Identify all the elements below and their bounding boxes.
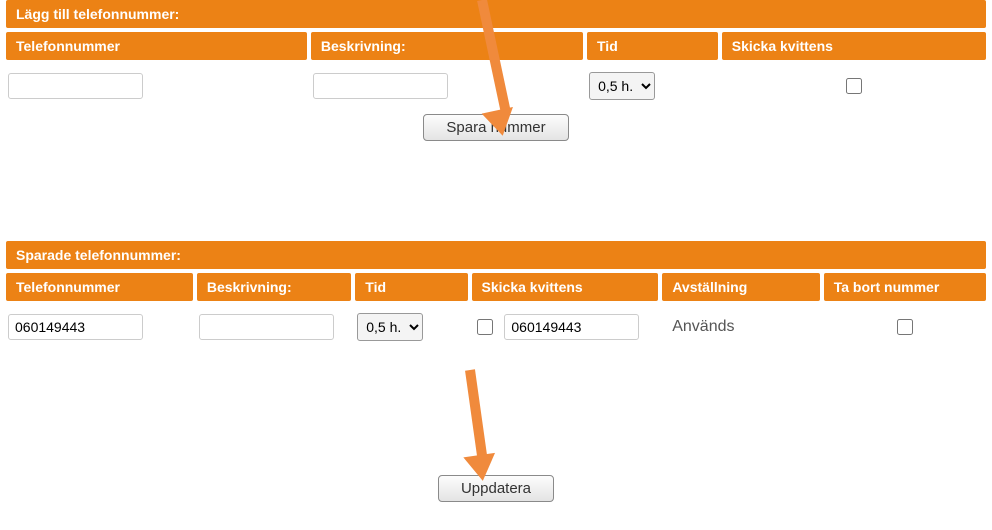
saved-header-time: Tid	[355, 273, 467, 301]
saved-receipt-checkbox[interactable]	[477, 319, 493, 335]
update-button[interactable]: Uppdatera	[438, 475, 554, 502]
saved-desc-input[interactable]	[199, 314, 334, 340]
saved-time-select[interactable]: 0,5 h.	[357, 313, 423, 341]
add-header-phone: Telefonnummer	[6, 32, 307, 60]
saved-phone-input[interactable]	[8, 314, 143, 340]
add-desc-input[interactable]	[313, 73, 448, 99]
add-phone-input[interactable]	[8, 73, 143, 99]
table-row: 0,5 h. Används	[6, 313, 986, 341]
saved-header-receipt: Skicka kvittens	[472, 273, 659, 301]
saved-header-phone: Telefonnummer	[6, 273, 193, 301]
saved-remove-checkbox[interactable]	[897, 319, 913, 335]
add-receipt-checkbox[interactable]	[846, 78, 862, 94]
add-header-time: Tid	[587, 32, 718, 60]
add-time-select[interactable]: 0,5 h.	[589, 72, 655, 100]
add-header-receipt: Skicka kvittens	[722, 32, 986, 60]
saved-receipt-input[interactable]	[504, 314, 639, 340]
add-header-desc: Beskrivning:	[311, 32, 583, 60]
saved-status-text: Används	[662, 318, 819, 336]
saved-section-title: Sparade telefonnummer:	[6, 241, 986, 269]
saved-header-desc: Beskrivning:	[197, 273, 351, 301]
save-number-button[interactable]: Spara nummer	[423, 114, 568, 141]
saved-header-status: Avställning	[662, 273, 819, 301]
saved-header-remove: Ta bort nummer	[824, 273, 986, 301]
add-section-title: Lägg till telefonnummer:	[6, 0, 986, 28]
